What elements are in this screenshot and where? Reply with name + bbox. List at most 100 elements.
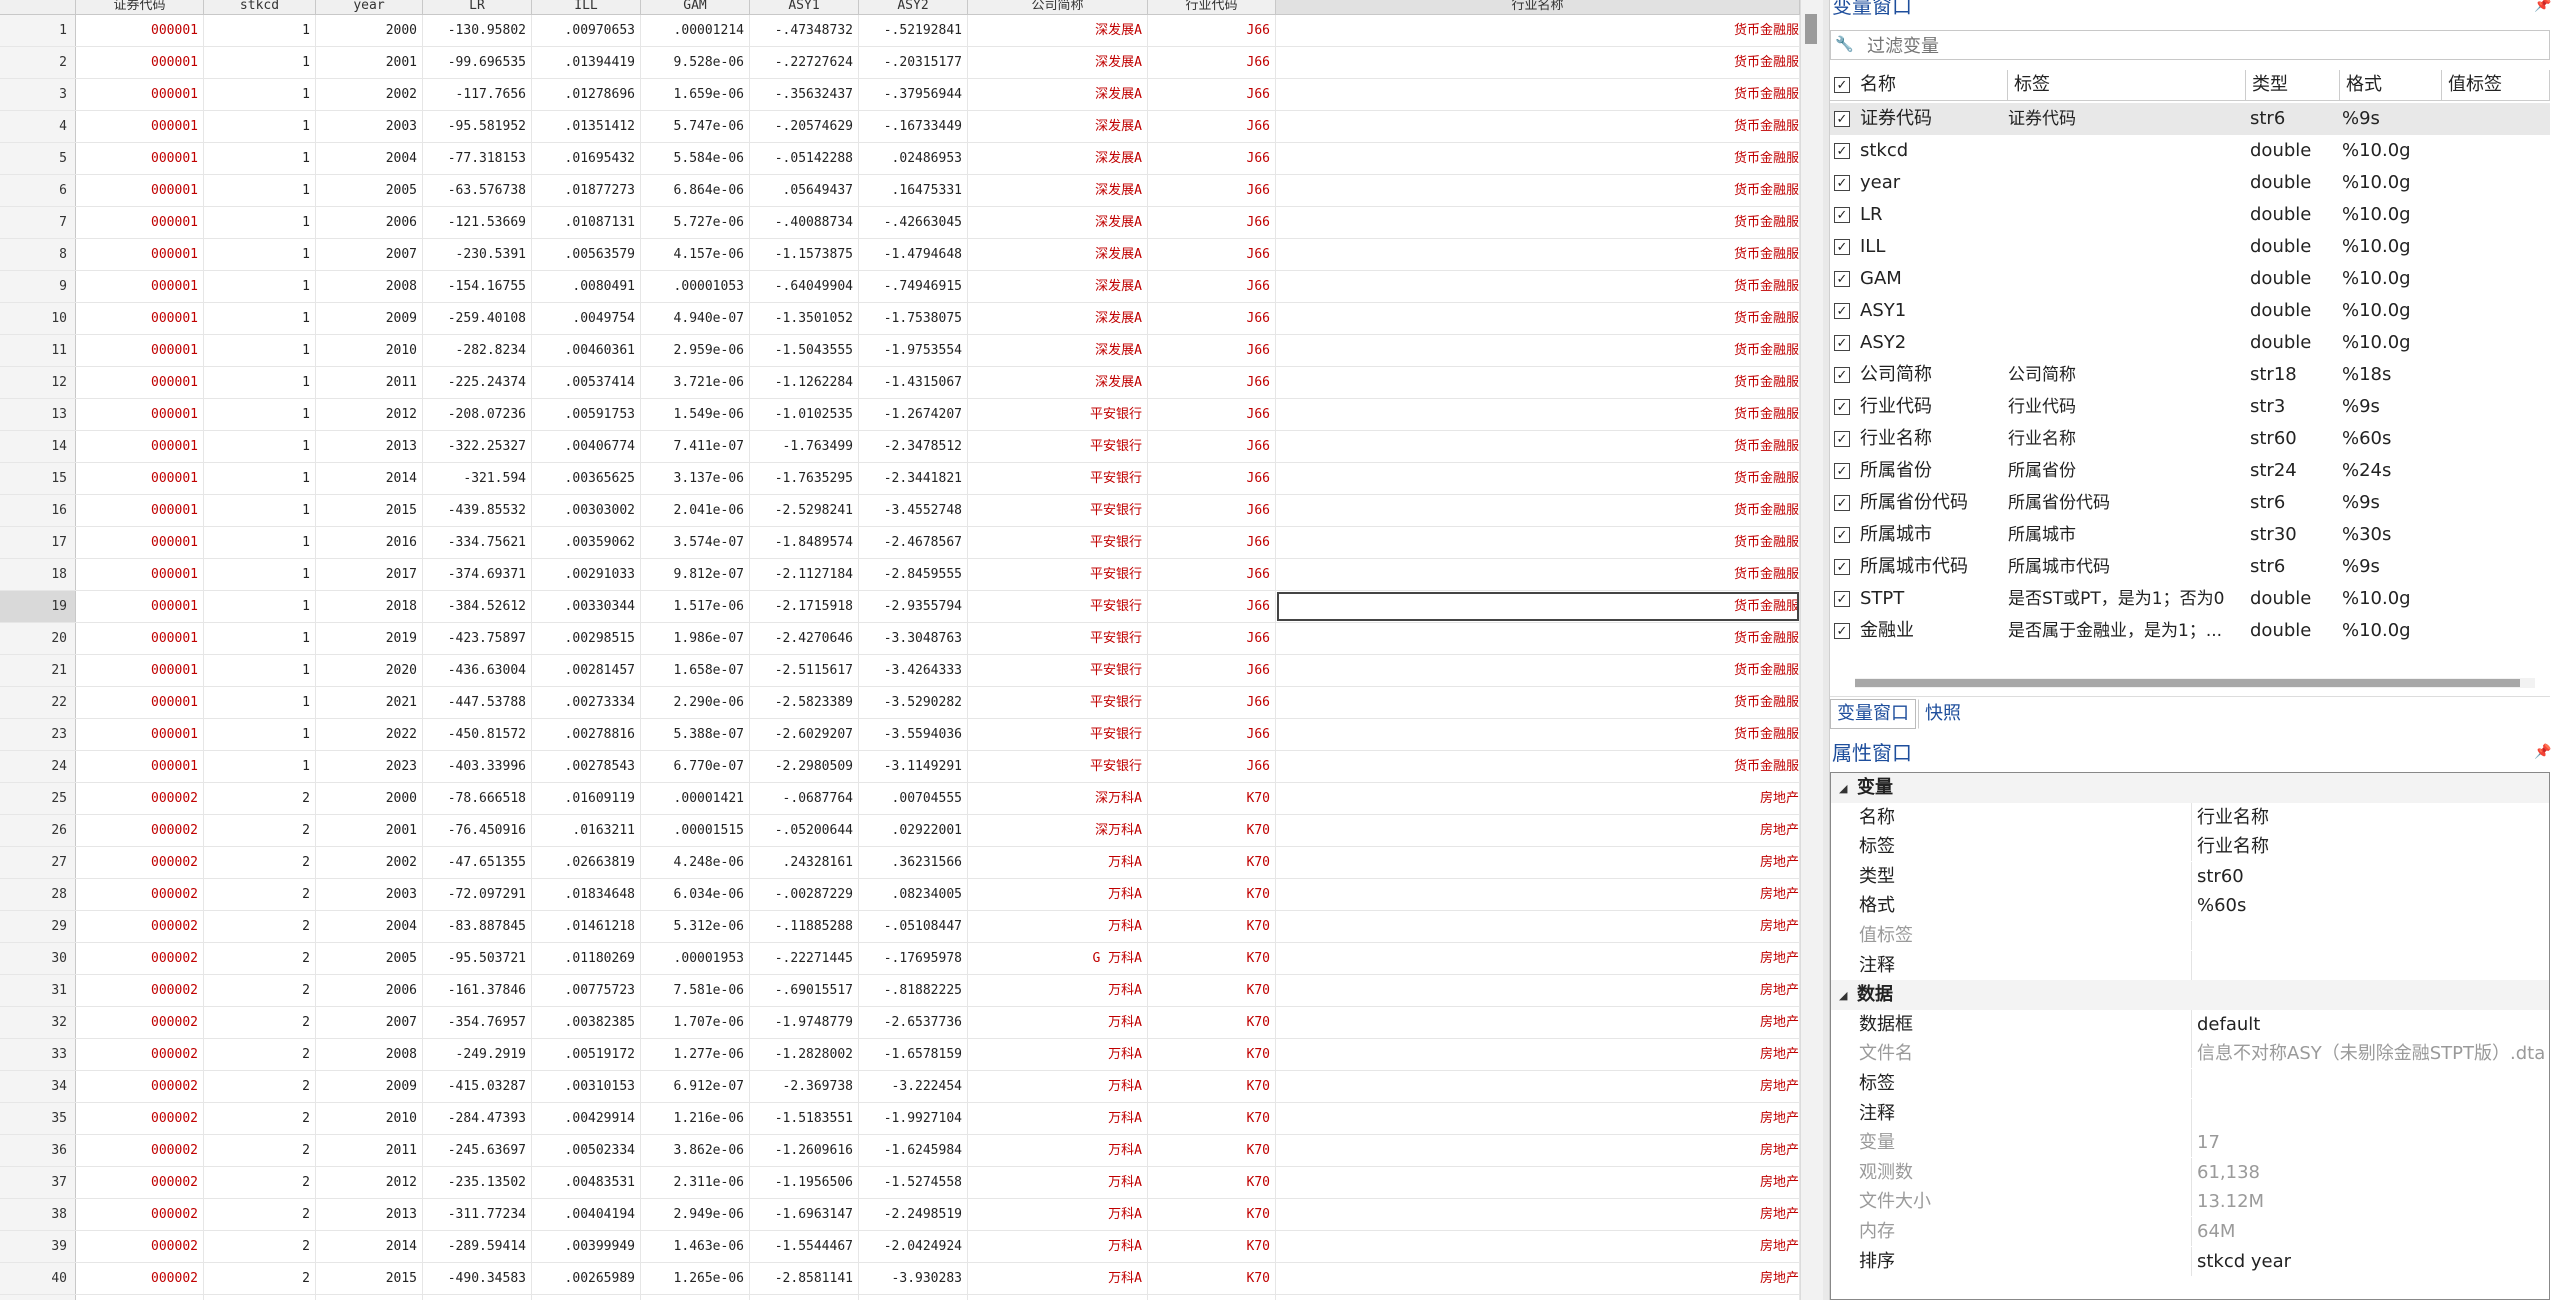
gam-cell[interactable]: 4.940e-07 xyxy=(641,303,750,334)
year-cell[interactable]: 2007 xyxy=(316,239,423,270)
year-cell[interactable]: 2003 xyxy=(316,111,423,142)
ill-cell[interactable]: .01834648 xyxy=(532,879,641,910)
gam-cell[interactable]: 1.277e-06 xyxy=(641,1039,750,1070)
asy1-cell[interactable]: .24328161 xyxy=(750,847,859,878)
industry-code-cell[interactable]: J66 xyxy=(1148,751,1276,782)
stock-code-cell[interactable]: 000002 xyxy=(76,879,204,910)
column-header[interactable]: 行业名称 xyxy=(1276,0,1800,14)
industry-code-cell[interactable]: K70 xyxy=(1148,1135,1276,1166)
asy1-cell[interactable]: .05649437 xyxy=(750,175,859,206)
stkcd-cell[interactable]: 1 xyxy=(204,271,316,302)
gam-cell[interactable]: 6.864e-06 xyxy=(641,175,750,206)
variables-column-header[interactable]: 值标签 xyxy=(2442,70,2550,100)
gam-cell[interactable]: .00001421 xyxy=(641,783,750,814)
industry-name-cell[interactable]: 房地产 xyxy=(1276,1199,1800,1230)
table-row[interactable]: 28 000002 2 2003 -72.097291.01834648 6.034e-0… xyxy=(0,879,1800,911)
variable-checkbox[interactable]: ✓ xyxy=(1834,559,1850,575)
company-name-cell[interactable]: 深发展A xyxy=(968,303,1148,334)
property-row[interactable]: 变量 17 xyxy=(1831,1128,2549,1158)
ill-cell[interactable]: .0049754 xyxy=(532,303,641,334)
variable-checkbox[interactable]: ✓ xyxy=(1834,495,1850,511)
stkcd-cell[interactable]: 2 xyxy=(204,1071,316,1102)
company-name-cell[interactable]: 深发展A xyxy=(968,175,1148,206)
industry-name-cell[interactable]: 房地产 xyxy=(1276,911,1800,942)
table-row[interactable]: 40 000002 2 2015 -490.34583.00265989 1.265e-0… xyxy=(0,1263,1800,1295)
stkcd-cell[interactable]: 1 xyxy=(204,687,316,718)
year-cell[interactable]: 2005 xyxy=(316,175,423,206)
table-row[interactable]: 36 000002 2 2011 -245.63697.00502334 3.862e-0… xyxy=(0,1135,1800,1167)
table-row[interactable]: 9 000001 1 2008 -154.16755.0080491.00001053-… xyxy=(0,271,1800,303)
variable-checkbox[interactable]: ✓ xyxy=(1834,399,1850,415)
company-name-cell[interactable]: 万科A xyxy=(968,1231,1148,1262)
industry-code-cell[interactable]: J66 xyxy=(1148,527,1276,558)
table-row[interactable]: 24 000001 1 2023 -403.33996.00278543 6.770e-0… xyxy=(0,751,1800,783)
year-cell[interactable]: 2023 xyxy=(316,751,423,782)
company-name-cell[interactable]: 万科A xyxy=(968,847,1148,878)
lr-cell[interactable]: -436.63004 xyxy=(423,655,532,686)
asy1-cell[interactable]: -1.1262284 xyxy=(750,367,859,398)
column-header[interactable]: ASY2 xyxy=(859,0,968,14)
stock-code-cell[interactable]: 000001 xyxy=(76,79,204,110)
industry-name-cell[interactable]: 货币金融服 xyxy=(1276,367,1800,398)
industry-name-cell[interactable]: 货币金融服 xyxy=(1276,719,1800,750)
industry-name-cell[interactable]: 房地产 xyxy=(1276,879,1800,910)
variables-horizontal-scrollbar[interactable] xyxy=(1855,678,2535,688)
industry-name-cell[interactable]: 货币金融服 xyxy=(1276,463,1800,494)
industry-code-cell[interactable]: J66 xyxy=(1148,271,1276,302)
stkcd-cell[interactable]: 1 xyxy=(204,239,316,270)
table-row[interactable]: 2 000001 1 2001 -99.696535.01394419 9.528e-06… xyxy=(0,47,1800,79)
industry-name-cell[interactable]: 货币金融服 xyxy=(1276,15,1800,46)
lr-cell[interactable]: -95.581952 xyxy=(423,111,532,142)
data-editor-grid[interactable]: 证券代码 stkcd year LR ILL GAM ASY1 ASY2 公司简称 行业代码 行业名… xyxy=(0,0,1800,1300)
gam-cell[interactable]: 6.912e-07 xyxy=(641,1071,750,1102)
variable-checkbox[interactable]: ✓ xyxy=(1834,527,1850,543)
vertical-scrollbar-thumb[interactable] xyxy=(1805,14,1817,44)
asy1-cell[interactable]: -.35632437 xyxy=(750,79,859,110)
variable-checkbox[interactable]: ✓ xyxy=(1834,431,1850,447)
asy2-cell[interactable]: -.17695978 xyxy=(859,943,968,974)
stkcd-cell[interactable]: 1 xyxy=(204,719,316,750)
asy1-cell[interactable]: -.40088734 xyxy=(750,207,859,238)
panel-splitter[interactable] xyxy=(1823,0,1830,1300)
asy2-cell[interactable]: -.74946915 xyxy=(859,271,968,302)
stock-code-cell[interactable]: 000001 xyxy=(76,335,204,366)
gam-cell[interactable]: 5.312e-06 xyxy=(641,911,750,942)
ill-cell[interactable]: .00271339 xyxy=(532,1295,641,1300)
asy1-cell[interactable]: -2.4270646 xyxy=(750,623,859,654)
lr-cell[interactable]: -439.85532 xyxy=(423,495,532,526)
stkcd-cell[interactable]: 2 xyxy=(204,783,316,814)
variable-row[interactable]: ✓ 金融业 是否属于金融业，是为1；... double %10.0g xyxy=(1830,615,2550,647)
lr-cell[interactable]: -83.887845 xyxy=(423,911,532,942)
stock-code-cell[interactable]: 000001 xyxy=(76,591,204,622)
company-name-cell[interactable]: 万科A xyxy=(968,1263,1148,1294)
vertical-scrollbar[interactable] xyxy=(1800,0,1823,1300)
gam-cell[interactable]: 4.157e-06 xyxy=(641,239,750,270)
industry-code-cell[interactable]: K70 xyxy=(1148,1103,1276,1134)
year-cell[interactable]: 2004 xyxy=(316,143,423,174)
industry-code-cell[interactable]: J66 xyxy=(1148,175,1276,206)
ill-cell[interactable]: .01877273 xyxy=(532,175,641,206)
company-name-cell[interactable]: 万科A xyxy=(968,1007,1148,1038)
pin-icon[interactable]: 📌 xyxy=(2534,744,2551,760)
company-name-cell[interactable]: 深发展A xyxy=(968,15,1148,46)
stock-code-cell[interactable]: 000002 xyxy=(76,1071,204,1102)
industry-code-cell[interactable]: K70 xyxy=(1148,879,1276,910)
gam-cell[interactable]: .00001953 xyxy=(641,943,750,974)
lr-cell[interactable]: -490.34583 xyxy=(423,1263,532,1294)
company-name-cell[interactable]: 平安银行 xyxy=(968,623,1148,654)
stkcd-cell[interactable]: 1 xyxy=(204,399,316,430)
company-name-cell[interactable]: 平安银行 xyxy=(968,527,1148,558)
stock-code-cell[interactable]: 000002 xyxy=(76,1199,204,1230)
industry-code-cell[interactable]: J66 xyxy=(1148,431,1276,462)
lr-cell[interactable]: -47.651355 xyxy=(423,847,532,878)
table-row[interactable]: 34 000002 2 2009 -415.03287.00310153 6.912e-0… xyxy=(0,1071,1800,1103)
table-row[interactable]: 14 000001 1 2013 -322.25327.00406774 7.411e-0… xyxy=(0,431,1800,463)
ill-cell[interactable]: .00382385 xyxy=(532,1007,641,1038)
year-cell[interactable]: 2002 xyxy=(316,79,423,110)
gam-cell[interactable]: 5.388e-07 xyxy=(641,719,750,750)
gam-cell[interactable]: 9.528e-06 xyxy=(641,47,750,78)
industry-code-cell[interactable]: K70 xyxy=(1148,1263,1276,1294)
gam-cell[interactable]: 2.949e-06 xyxy=(641,1199,750,1230)
industry-code-cell[interactable]: J66 xyxy=(1148,143,1276,174)
gam-cell[interactable]: 2.311e-06 xyxy=(641,1167,750,1198)
